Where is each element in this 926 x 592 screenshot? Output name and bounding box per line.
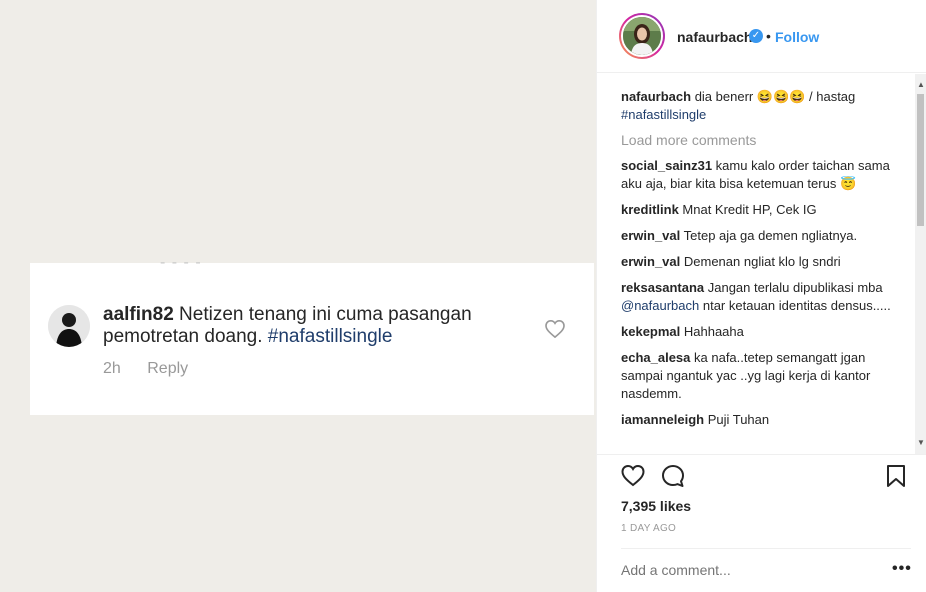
comment-username: aalfin82 [103,304,174,325]
comment-item: kreditlink Mnat Kredit HP, Cek IG [621,201,896,219]
cropped-text: - - - - [160,254,202,271]
comment-item: reksasantana Jangan terlalu dipublikasi … [621,279,896,315]
likes-count[interactable]: 7,395 likes [621,498,691,514]
post-sidebar: nafaurbach ✓ • Follow nafaurbach dia ben… [596,0,926,592]
comment-hashtag: #nafastillsingle [267,326,393,347]
comment-text: Tetep aja ga demen ngliatnya. [680,228,858,243]
comment-username[interactable]: kreditlink [621,202,679,217]
heart-icon [545,320,565,338]
comment-item: erwin_val Tetep aja ga demen ngliatnya. [621,227,896,245]
load-more-comments-button[interactable]: Load more comments [621,132,915,148]
comment-meta: 2h Reply [103,360,210,378]
divider [621,548,911,549]
comments-list: nafaurbach dia benerr 😆😆😆 / hastag #nafa… [597,74,915,454]
scroll-up-arrow-icon[interactable]: ▲ [917,80,925,89]
follow-button[interactable]: Follow [775,29,819,45]
add-comment-input[interactable] [621,562,871,578]
comment-screenshot-card: - - - - aalfin82 Netizen tenang ini cuma… [30,254,594,415]
comments-scrollbar[interactable]: ▲ ▼ [915,74,926,454]
author-username[interactable]: nafaurbach [677,29,752,45]
comment-item: kekepmal Hahhaaha [621,323,896,341]
separator-dot: • [766,28,771,44]
caption-username[interactable]: nafaurbach [621,89,691,104]
post-timestamp: 1 DAY AGO [621,523,677,534]
comment-text: Mnat Kredit HP, Cek IG [678,202,817,217]
post-header: nafaurbach ✓ • Follow [597,0,926,73]
comment-username[interactable]: erwin_val [621,228,680,243]
verified-badge-icon: ✓ [749,29,763,43]
commenter-avatar [48,305,90,347]
more-options-button[interactable]: ••• [892,560,912,578]
caption-hashtag[interactable]: #nafastillsingle [621,107,706,122]
comment-username[interactable]: erwin_val [621,254,680,269]
comment-body: aalfin82 Netizen tenang ini cuma pasanga… [103,304,513,348]
comment-item: echa_alesa ka nafa..tetep semangatt jgan… [621,349,896,403]
scroll-down-arrow-icon[interactable]: ▼ [917,438,925,447]
comment-username[interactable]: echa_alesa [621,350,690,365]
comment-item: social_sainz31 kamu kalo order taichan s… [621,157,896,193]
comment-text: Puji Tuhan [704,412,770,427]
comment-item: iamanneleigh Puji Tuhan [621,411,896,429]
comment-username[interactable]: kekepmal [621,324,680,339]
divider [597,454,926,455]
action-bar [597,460,926,494]
comment-text-continued: ntar ketauan identitas densus..... [699,298,891,313]
comment-reply: Reply [147,360,189,377]
comment-bubble-icon[interactable] [661,464,685,488]
caption: nafaurbach dia benerr 😆😆😆 / hastag #nafa… [621,88,896,124]
scrollbar-thumb[interactable] [917,94,924,226]
comment-mention[interactable]: @nafaurbach [621,298,699,313]
comment-text: Hahhaaha [680,324,744,339]
comment-time: 2h [103,360,121,377]
author-avatar[interactable] [619,13,665,59]
bookmark-icon[interactable] [885,464,907,488]
comment-item: erwin_val Demenan ngliat klo lg sndri [621,253,896,271]
comment-username[interactable]: social_sainz31 [621,158,712,173]
caption-text: dia benerr 😆😆😆 / hastag [691,89,856,104]
comment-username[interactable]: reksasantana [621,280,704,295]
comment-username[interactable]: iamanneleigh [621,412,704,427]
post-image: - - - - aalfin82 Netizen tenang ini cuma… [0,0,596,592]
comment-text: Jangan terlalu dipublikasi mba [704,280,883,295]
heart-icon[interactable] [621,464,645,488]
comment-text: Demenan ngliat klo lg sndri [680,254,841,269]
